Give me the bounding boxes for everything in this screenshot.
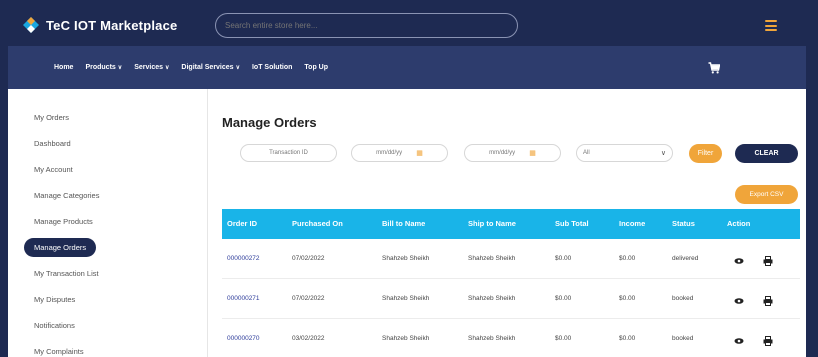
bill-to-cell: Shahzeb Sheikh — [382, 335, 430, 342]
top-header: TeC IOT Marketplace — [8, 5, 806, 46]
nav-item-services[interactable]: Services ∨ — [134, 64, 169, 71]
nav-item-iot-solution[interactable]: IoT Solution — [252, 64, 292, 71]
ship-to-cell: Shahzeb Sheikh — [468, 335, 516, 342]
status-select[interactable]: All ∨ — [576, 144, 673, 162]
chevron-down-icon: ∨ — [165, 65, 170, 71]
logo-mark-icon — [22, 16, 40, 34]
column-header: Action — [727, 219, 751, 228]
status-cell: delivered — [672, 255, 699, 262]
table-row: 000000271 07/02/2022 Shahzeb Sheikh Shah… — [222, 279, 800, 319]
column-header[interactable]: Purchased On — [292, 209, 343, 239]
income-cell: $0.00 — [619, 255, 636, 262]
chevron-down-icon: ∨ — [117, 65, 123, 71]
orders-table-header: Order ID Purchased On Bill to Name Ship … — [222, 209, 800, 239]
cart-icon[interactable] — [708, 61, 721, 74]
page-title: Manage Orders — [222, 115, 317, 130]
hamburger-icon[interactable] — [765, 20, 777, 31]
status-cell: booked — [672, 295, 694, 302]
sidebar-item-manage-categories[interactable]: Manage Categories — [34, 191, 99, 200]
nav-item-top-up[interactable]: Top Up — [304, 64, 328, 71]
sidebar-item-my-orders[interactable]: My Orders — [34, 113, 69, 122]
date-from-value: mm/dd/yy — [376, 150, 403, 156]
sub-total-cell: $0.00 — [555, 255, 572, 262]
column-header[interactable]: Bill to Name — [382, 209, 425, 239]
nav-item-label: Home — [54, 64, 74, 71]
sidebar-item-my-transaction-list[interactable]: My Transaction List — [34, 269, 99, 278]
sub-total-cell: $0.00 — [555, 335, 572, 342]
ship-to-cell: Shahzeb Sheikh — [468, 295, 516, 302]
eye-icon[interactable] — [734, 293, 744, 304]
status-select-value: All — [583, 150, 590, 156]
sidebar-item-dashboard[interactable]: Dashboard — [34, 139, 71, 148]
search-input[interactable] — [215, 13, 518, 38]
table-row: 000000270 03/02/2022 Shahzeb Sheikh Shah… — [222, 319, 800, 357]
calendar-icon[interactable]: ▦ — [529, 149, 536, 157]
nav-item-label: Top Up — [304, 64, 328, 71]
sidebar-item-notifications[interactable]: Notifications — [34, 321, 75, 330]
nav-item-digital-services[interactable]: Digital Services ∨ — [181, 64, 240, 71]
page-content: My Orders Dashboard My Account Manage Ca… — [8, 89, 806, 357]
transaction-id-placeholder: Transaction ID — [269, 150, 308, 156]
sidebar-item-manage-orders[interactable]: Manage Orders — [24, 238, 97, 257]
nav-item-label: Services — [134, 64, 164, 71]
column-header[interactable]: Status — [672, 209, 695, 239]
sidebar-item-manage-products[interactable]: Manage Products — [34, 217, 93, 226]
column-header[interactable]: Ship to Name — [468, 209, 516, 239]
sidebar-item-my-account[interactable]: My Account — [34, 165, 73, 174]
purchased-on-cell: 07/02/2022 — [292, 295, 325, 302]
printer-icon[interactable] — [763, 293, 773, 306]
logo[interactable]: TeC IOT Marketplace — [22, 16, 177, 34]
eye-icon[interactable] — [734, 333, 744, 344]
status-cell: booked — [672, 335, 694, 342]
printer-icon[interactable] — [763, 253, 773, 266]
chevron-down-icon: ∨ — [235, 65, 240, 71]
bill-to-cell: Shahzeb Sheikh — [382, 255, 430, 262]
date-to-value: mm/dd/yy — [489, 150, 516, 156]
calendar-icon[interactable]: ▦ — [416, 149, 423, 157]
clear-button[interactable]: CLEAR — [735, 144, 798, 163]
table-row: 000000272 07/02/2022 Shahzeb Sheikh Shah… — [222, 239, 800, 279]
sub-total-cell: $0.00 — [555, 295, 572, 302]
export-csv-button[interactable]: Export CSV — [735, 185, 798, 204]
order-id-link[interactable]: 000000270 — [227, 319, 260, 357]
column-header[interactable]: Sub Total — [555, 209, 589, 239]
nav-item-products[interactable]: Products ∨ — [85, 64, 122, 71]
bill-to-cell: Shahzeb Sheikh — [382, 295, 430, 302]
eye-icon[interactable] — [734, 253, 744, 264]
filter-button[interactable]: Filter — [689, 144, 722, 163]
nav-item-label: IoT Solution — [251, 64, 293, 71]
order-id-link[interactable]: 000000272 — [227, 239, 260, 279]
income-cell: $0.00 — [619, 335, 636, 342]
sidebar-item-my-complaints[interactable]: My Complaints — [34, 347, 84, 356]
column-header[interactable]: Order ID — [227, 209, 257, 239]
printer-icon[interactable] — [763, 333, 773, 346]
order-id-link[interactable]: 000000271 — [227, 279, 260, 319]
logo-text: TeC IOT Marketplace — [46, 17, 178, 33]
sidebar: My Orders Dashboard My Account Manage Ca… — [8, 89, 208, 357]
ship-to-cell: Shahzeb Sheikh — [468, 255, 516, 262]
purchased-on-cell: 07/02/2022 — [292, 255, 325, 262]
main-nav: Home Products ∨ Services ∨ Digital Service… — [8, 46, 806, 89]
chevron-down-icon: ∨ — [660, 150, 666, 157]
purchased-on-cell: 03/02/2022 — [292, 335, 325, 342]
column-header[interactable]: Income — [619, 209, 645, 239]
income-cell: $0.00 — [619, 295, 636, 302]
sidebar-item-my-disputes[interactable]: My Disputes — [34, 295, 75, 304]
nav-item-home[interactable]: Home — [54, 64, 73, 71]
app-frame: TeC IOT Marketplace Home Products∨ Servi… — [8, 5, 806, 357]
transaction-id-input[interactable]: Transaction ID — [240, 144, 337, 162]
nav-item-label: Digital Services — [181, 64, 234, 71]
main-panel: Manage Orders Transaction ID mm/dd/yy ▦ … — [208, 89, 806, 357]
nav-item-label: Products — [85, 64, 116, 71]
date-from-input[interactable]: mm/dd/yy ▦ — [351, 144, 448, 162]
date-to-input[interactable]: mm/dd/yy ▦ — [464, 144, 561, 162]
